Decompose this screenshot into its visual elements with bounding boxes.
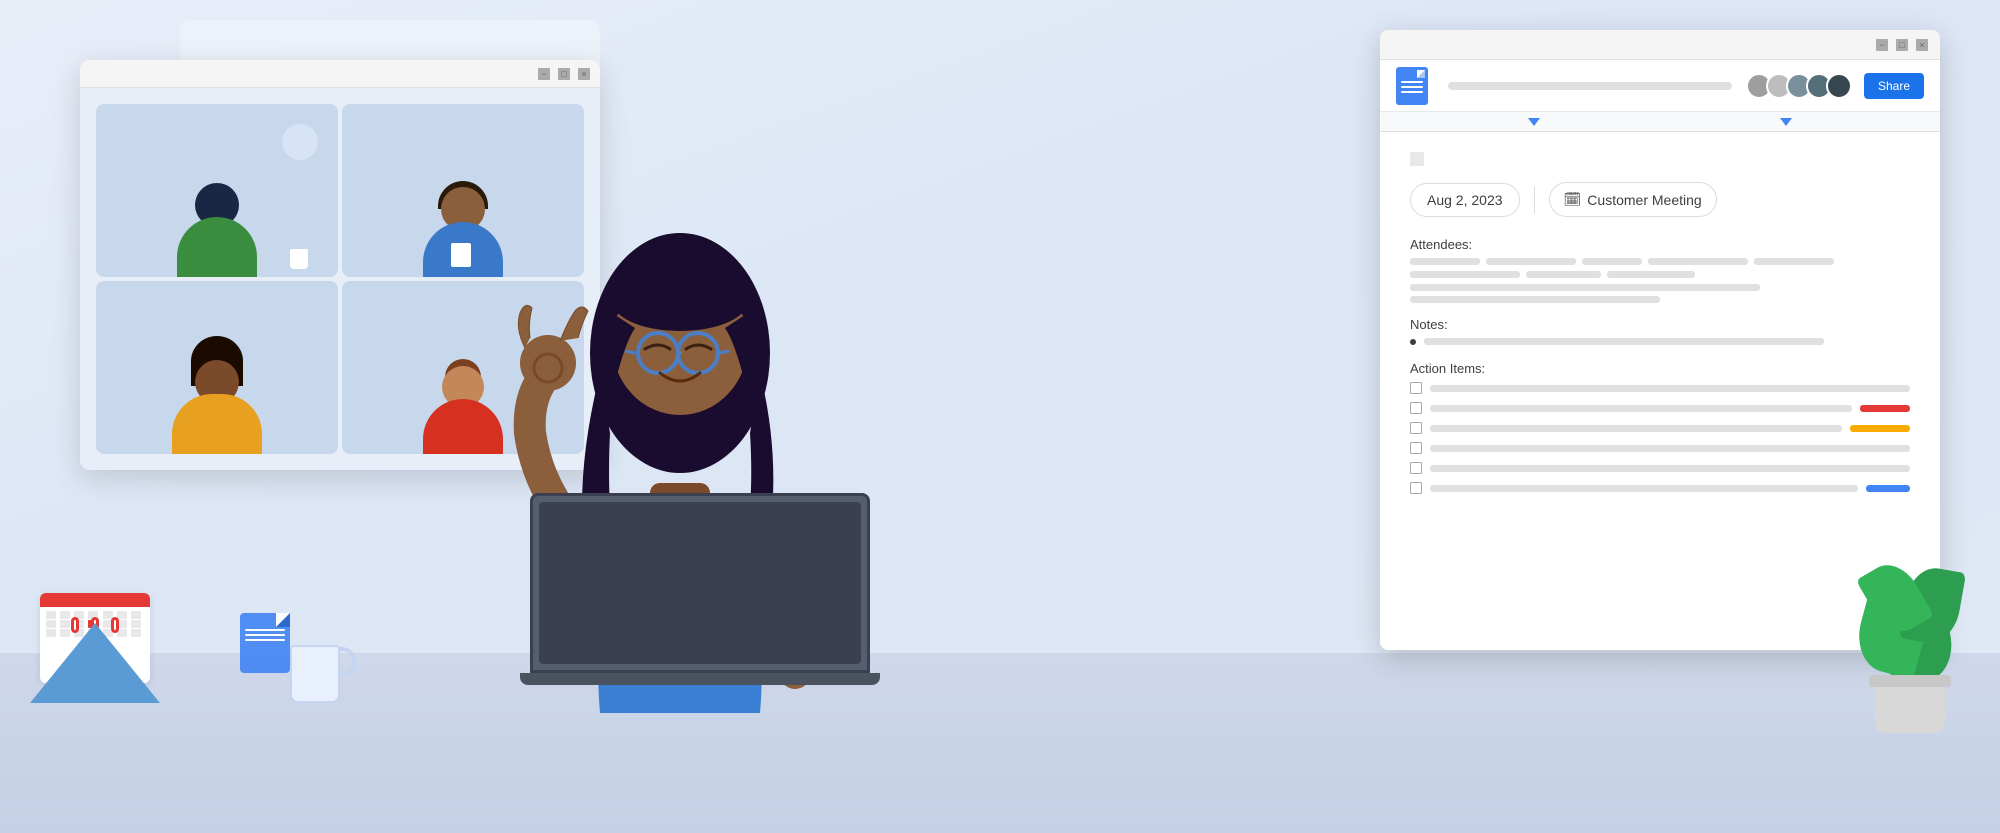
att-line-5 [1754, 258, 1834, 265]
checkbox-3[interactable] [1410, 422, 1422, 434]
close-button[interactable]: × [578, 68, 590, 80]
laptop-screen [530, 493, 870, 673]
action-items-section: Action Items: [1410, 361, 1910, 494]
deco-line-1 [245, 629, 285, 631]
notes-bullet-1 [1410, 338, 1910, 345]
video-titlebar: − □ × [80, 60, 600, 88]
google-docs-icon [1396, 67, 1428, 105]
docs-minimize-button[interactable]: − [1876, 39, 1888, 51]
doc-small-square [1410, 152, 1424, 166]
attendees-section: Attendees: [1410, 237, 1910, 303]
att-line-2 [1486, 258, 1576, 265]
docs-title-text [1448, 82, 1732, 90]
yellow-tag-1 [1850, 425, 1910, 432]
laptop-base [520, 673, 880, 685]
speech-bubble [282, 124, 318, 160]
laptop [530, 493, 870, 713]
ruler-right-triangle [1780, 118, 1792, 126]
video-cell-3 [96, 281, 338, 454]
action-item-6 [1410, 482, 1910, 494]
docs-icon-line-2 [1401, 86, 1423, 88]
docs-deco-icon [240, 613, 290, 673]
avatar-5 [1826, 73, 1852, 99]
deco-line-2 [245, 634, 285, 636]
calendar-icon: 🗓 [1564, 191, 1582, 208]
notes-section: Notes: [1410, 317, 1910, 345]
coffee-cup [290, 249, 308, 269]
minimize-button[interactable]: − [538, 68, 550, 80]
docs-titlebar: − □ × [1380, 30, 1940, 60]
action-line-6 [1430, 485, 1858, 492]
red-tag-1 [1860, 405, 1910, 412]
docs-maximize-button[interactable]: □ [1896, 39, 1908, 51]
docs-ruler [1380, 112, 1940, 132]
ruler-left-triangle [1528, 118, 1540, 126]
notes-label: Notes: [1410, 317, 1910, 332]
date-divider [1534, 186, 1535, 214]
action-item-1 [1410, 382, 1910, 394]
action-item-5 [1410, 462, 1910, 474]
docs-icon-line-1 [1401, 81, 1423, 83]
calendar-triangle [30, 623, 160, 703]
mug-decoration [290, 633, 350, 703]
att-line-8 [1607, 271, 1695, 278]
laptop-screen-inner [539, 502, 861, 664]
attendees-sub-lines [1410, 284, 1910, 303]
action-item-2 [1410, 402, 1910, 414]
action-line-5 [1430, 465, 1910, 472]
attendees-label: Attendees: [1410, 237, 1910, 252]
plant-decoration [1840, 533, 1980, 733]
checkbox-5[interactable] [1410, 462, 1422, 474]
att-line-6 [1410, 271, 1520, 278]
att-line-3 [1582, 258, 1642, 265]
action-item-4 [1410, 442, 1910, 454]
action-items-label: Action Items: [1410, 361, 1910, 376]
checkbox-4[interactable] [1410, 442, 1422, 454]
avatar-cluster [1752, 73, 1852, 99]
docs-close-button[interactable]: × [1916, 39, 1928, 51]
plant-pot [1875, 683, 1945, 733]
checkbox-6[interactable] [1410, 482, 1422, 494]
video-cell-1 [96, 104, 338, 277]
meeting-date-row: Aug 2, 2023 🗓 Customer Meeting [1410, 182, 1910, 217]
docs-toolbar: Share [1380, 60, 1940, 112]
maximize-button[interactable]: □ [558, 68, 570, 80]
mug-body [290, 645, 340, 703]
person-body-1 [177, 217, 257, 277]
calendar-chip: 🗓 Customer Meeting [1549, 182, 1717, 217]
attendees-lines [1410, 258, 1910, 278]
person-body-3 [172, 394, 262, 454]
calendar-decoration [30, 573, 160, 703]
att-line-4 [1648, 258, 1748, 265]
action-line-4 [1430, 445, 1910, 452]
share-button[interactable]: Share [1864, 73, 1924, 99]
docs-deco-lines [245, 629, 285, 641]
bullet-dot-1 [1410, 339, 1416, 345]
att-sub-1 [1410, 284, 1760, 291]
action-line-1 [1430, 385, 1910, 392]
att-line-7 [1526, 271, 1601, 278]
action-line-3 [1430, 425, 1842, 432]
blue-tag-1 [1866, 485, 1910, 492]
action-item-3 [1410, 422, 1910, 434]
checkbox-1[interactable] [1410, 382, 1422, 394]
deco-line-3 [245, 639, 285, 641]
att-line-1 [1410, 258, 1480, 265]
att-sub-2 [1410, 296, 1660, 303]
notes-line-1 [1424, 338, 1824, 345]
action-line-2 [1430, 405, 1852, 412]
checkbox-2[interactable] [1410, 402, 1422, 414]
date-chip: Aug 2, 2023 [1410, 183, 1520, 217]
meeting-name: Customer Meeting [1587, 192, 1701, 208]
docs-icon-line-3 [1401, 91, 1423, 93]
